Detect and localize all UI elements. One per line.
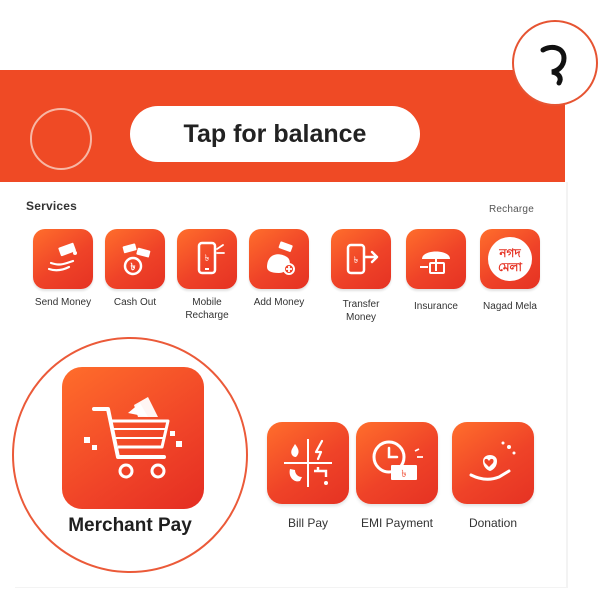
service-insurance[interactable]: Insurance — [396, 229, 476, 313]
service-label: Donation — [468, 516, 518, 530]
transfer-money-icon: ৳ — [331, 229, 391, 289]
services-heading: Services — [26, 199, 77, 213]
send-money-icon — [33, 229, 93, 289]
service-transfer-money[interactable]: ৳ Transfer Money — [321, 229, 401, 324]
service-emi-payment[interactable]: ৳ EMI Payment — [347, 422, 447, 530]
header-bar: Tap for balance — [0, 70, 565, 182]
service-donation[interactable]: Donation — [443, 422, 543, 530]
tap-for-balance-button[interactable]: Tap for balance — [130, 106, 420, 162]
service-label: Cash Out — [113, 297, 157, 308]
nagad-mela-icon: নগদ মেলা — [480, 229, 540, 289]
service-label: Transfer Money — [342, 299, 380, 323]
service-bill-pay[interactable]: Bill Pay — [258, 422, 358, 530]
shopping-cart-icon — [62, 367, 204, 509]
insurance-icon — [406, 229, 466, 289]
service-label: Add Money — [253, 297, 305, 308]
svg-text:মেলা: মেলা — [498, 260, 522, 274]
profile-avatar[interactable] — [30, 108, 92, 170]
service-cash-out[interactable]: ৳ Cash Out — [95, 229, 175, 309]
service-label: Send Money — [34, 297, 92, 308]
bill-pay-icon — [267, 422, 349, 504]
add-money-icon — [249, 229, 309, 289]
recharge-clipped-label: Recharge — [489, 204, 534, 215]
service-send-money[interactable]: Send Money — [23, 229, 103, 309]
merchant-pay-highlight[interactable]: Merchant Pay — [12, 337, 248, 573]
svg-text:৳: ৳ — [131, 262, 136, 273]
svg-text:৳: ৳ — [205, 254, 210, 264]
service-nagad-mela[interactable]: নগদ মেলা Nagad Mela — [470, 229, 550, 313]
service-label: Bill Pay — [287, 516, 328, 530]
app-screen: Tap for balance Services Recharge Send M… — [0, 0, 600, 600]
service-add-money[interactable]: Add Money — [239, 229, 319, 309]
donation-icon — [452, 422, 534, 504]
merchant-pay-label: Merchant Pay — [68, 515, 192, 536]
service-mobile-recharge[interactable]: ৳ Mobile Recharge — [167, 229, 247, 322]
svg-text:নগদ: নগদ — [498, 246, 521, 260]
svg-text:৳: ৳ — [354, 256, 359, 266]
svg-text:৳: ৳ — [402, 469, 407, 480]
service-label: Mobile Recharge — [185, 297, 229, 321]
cash-out-icon: ৳ — [105, 229, 165, 289]
emi-payment-icon: ৳ — [356, 422, 438, 504]
service-label: EMI Payment — [360, 516, 434, 530]
service-label: Nagad Mela — [483, 301, 537, 312]
mobile-recharge-icon: ৳ — [177, 229, 237, 289]
service-label: Insurance — [414, 301, 458, 312]
step-number-badge — [512, 20, 598, 106]
